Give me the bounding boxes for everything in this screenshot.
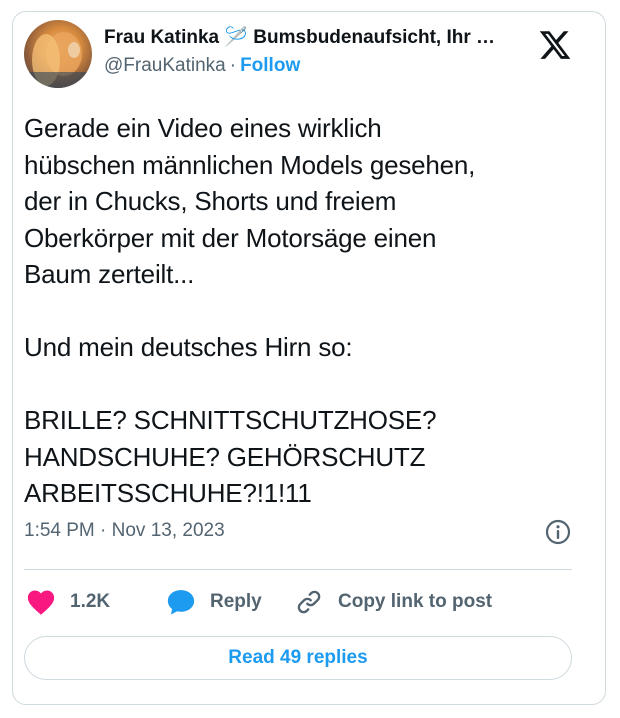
like-count: 1.2K: [70, 591, 111, 612]
tweet-meta: 1:54 PM · Nov 13, 2023: [24, 516, 572, 548]
author-handle-row: @FrauKatinka · Follow: [104, 54, 524, 78]
heart-icon: [27, 590, 55, 615]
author-handle[interactable]: @FrauKatinka: [104, 55, 226, 76]
divider: [24, 569, 572, 570]
copy-link-label: Copy link to post: [338, 591, 493, 612]
author-display-name[interactable]: Frau Katinka 🪡 Bumsbudenaufsicht, Ihr …: [104, 26, 524, 50]
like-button[interactable]: 1.2K: [26, 580, 110, 624]
reply-label: Reply: [210, 591, 262, 612]
info-icon[interactable]: [544, 518, 572, 546]
follow-button[interactable]: Follow: [240, 55, 300, 76]
read-replies-button[interactable]: Read 49 replies: [24, 636, 572, 680]
speech-bubble-icon: [167, 590, 195, 615]
separator-dot: ·: [229, 55, 237, 76]
reply-button[interactable]: Reply: [166, 580, 262, 624]
copy-link-button[interactable]: Copy link to post: [294, 580, 492, 624]
avatar[interactable]: [24, 20, 92, 88]
author-block: Frau Katinka 🪡 Bumsbudenaufsicht, Ihr … …: [104, 26, 524, 78]
tweet-header: Frau Katinka 🪡 Bumsbudenaufsicht, Ihr … …: [24, 20, 572, 88]
x-logo-icon[interactable]: [538, 28, 572, 62]
tweet-timestamp[interactable]: 1:54 PM · Nov 13, 2023: [24, 520, 225, 542]
tweet-actions: 1.2K Reply Copy link to post: [24, 580, 572, 624]
link-icon: [297, 590, 321, 614]
tweet-text: Gerade ein Video eines wirklich hübschen…: [24, 113, 476, 508]
